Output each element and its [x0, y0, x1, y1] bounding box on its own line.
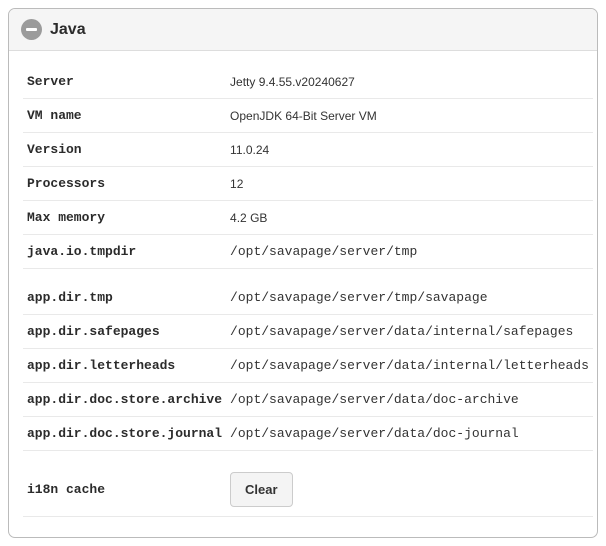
row-label: app.dir.safepages	[23, 315, 226, 349]
row-label: Server	[23, 65, 226, 99]
row-label: app.dir.tmp	[23, 281, 226, 315]
spacer	[23, 451, 593, 464]
panel-title: Java	[50, 21, 86, 39]
collapse-icon[interactable]	[21, 19, 42, 40]
table-row: app.dir.tmp/opt/savapage/server/tmp/sava…	[23, 281, 593, 315]
row-value: 11.0.24	[226, 133, 593, 167]
row-value: /opt/savapage/server/data/doc-journal	[226, 417, 593, 451]
row-value: 4.2 GB	[226, 201, 593, 235]
table-row: Version11.0.24	[23, 133, 593, 167]
row-value: Jetty 9.4.55.v20240627	[226, 65, 593, 99]
table-row: java.io.tmpdir/opt/savapage/server/tmp	[23, 235, 593, 269]
table-row: Processors12	[23, 167, 593, 201]
row-value: /opt/savapage/server/data/internal/safep…	[226, 315, 593, 349]
row-value: /opt/savapage/server/tmp/savapage	[226, 281, 593, 315]
info-table: ServerJetty 9.4.55.v20240627VM nameOpenJ…	[23, 65, 593, 517]
row-label: app.dir.letterheads	[23, 349, 226, 383]
clear-cache-button[interactable]: Clear	[230, 472, 293, 507]
row-label: Processors	[23, 167, 226, 201]
row-label: java.io.tmpdir	[23, 235, 226, 269]
row-value: OpenJDK 64-Bit Server VM	[226, 99, 593, 133]
cache-row: i18n cacheClear	[23, 463, 593, 517]
row-label: app.dir.doc.store.journal	[23, 417, 226, 451]
table-row: app.dir.doc.store.archive/opt/savapage/s…	[23, 383, 593, 417]
spacer	[23, 269, 593, 282]
row-value: /opt/savapage/server/data/doc-archive	[226, 383, 593, 417]
table-row: app.dir.doc.store.journal/opt/savapage/s…	[23, 417, 593, 451]
row-value: /opt/savapage/server/data/internal/lette…	[226, 349, 593, 383]
table-row: app.dir.safepages/opt/savapage/server/da…	[23, 315, 593, 349]
table-row: Max memory4.2 GB	[23, 201, 593, 235]
row-label: app.dir.doc.store.archive	[23, 383, 226, 417]
row-label: Version	[23, 133, 226, 167]
table-row: VM nameOpenJDK 64-Bit Server VM	[23, 99, 593, 133]
panel-body: ServerJetty 9.4.55.v20240627VM nameOpenJ…	[9, 51, 597, 537]
row-label: VM name	[23, 99, 226, 133]
cache-label: i18n cache	[23, 463, 226, 517]
row-value: 12	[226, 167, 593, 201]
row-value: /opt/savapage/server/tmp	[226, 235, 593, 269]
row-label: Max memory	[23, 201, 226, 235]
panel-header[interactable]: Java	[9, 9, 597, 51]
cache-action-cell: Clear	[226, 463, 593, 517]
java-panel: Java ServerJetty 9.4.55.v20240627VM name…	[8, 8, 598, 538]
table-row: app.dir.letterheads/opt/savapage/server/…	[23, 349, 593, 383]
table-row: ServerJetty 9.4.55.v20240627	[23, 65, 593, 99]
